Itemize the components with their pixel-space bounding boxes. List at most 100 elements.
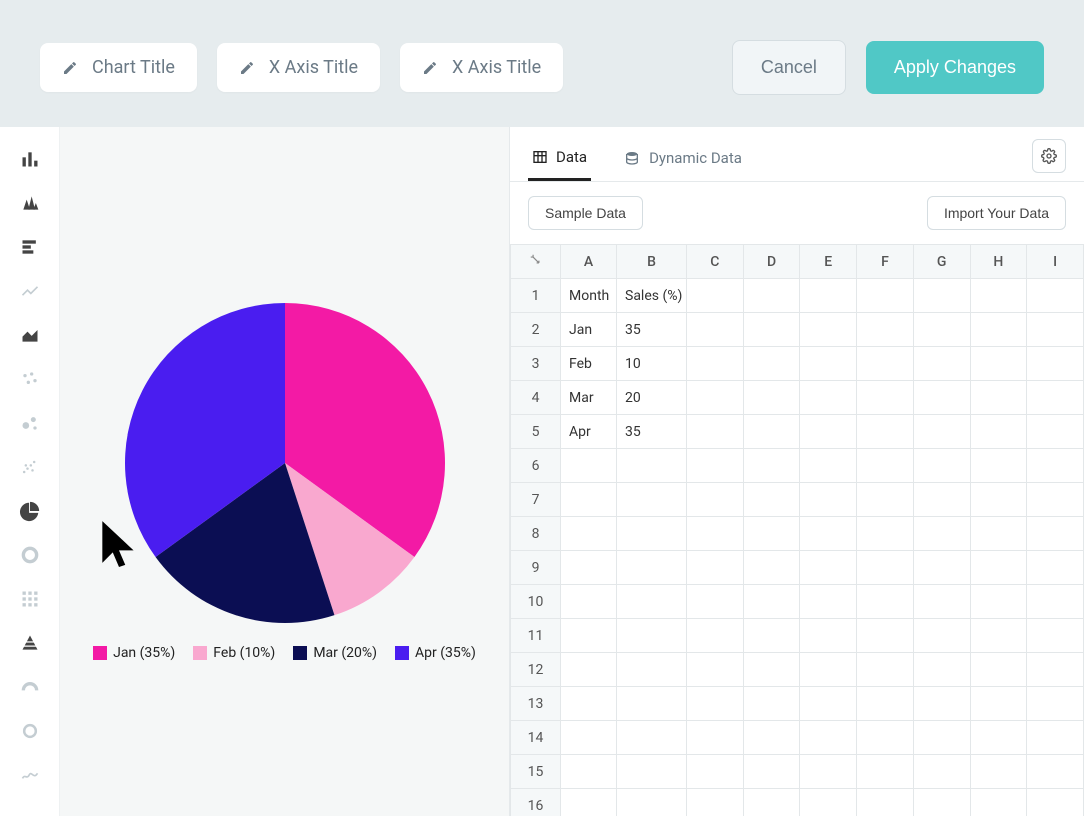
row-header[interactable]: 7 [511, 483, 561, 517]
pie-chart-icon[interactable] [12, 493, 48, 529]
cell[interactable] [800, 687, 857, 721]
row-header[interactable]: 4 [511, 381, 561, 415]
cell[interactable] [800, 653, 857, 687]
row-header[interactable]: 2 [511, 313, 561, 347]
cell[interactable]: Month [561, 279, 617, 313]
cell[interactable] [743, 789, 800, 816]
cell[interactable] [800, 483, 857, 517]
cell[interactable] [857, 585, 914, 619]
cell[interactable] [800, 313, 857, 347]
ring-icon[interactable] [12, 713, 48, 749]
cell[interactable] [687, 551, 744, 585]
cell[interactable] [561, 483, 617, 517]
cell[interactable]: 35 [617, 313, 687, 347]
row-header[interactable]: 5 [511, 415, 561, 449]
row-header[interactable]: 16 [511, 789, 561, 816]
cell[interactable] [970, 347, 1027, 381]
cell[interactable] [913, 551, 970, 585]
cell[interactable] [1027, 721, 1084, 755]
bar-chart-icon[interactable] [12, 141, 48, 177]
cell[interactable] [800, 789, 857, 816]
cell[interactable] [1027, 755, 1084, 789]
tab-data[interactable]: Data [528, 140, 591, 181]
cell[interactable] [800, 721, 857, 755]
cell[interactable] [743, 653, 800, 687]
cell[interactable] [913, 585, 970, 619]
dot-plot-icon[interactable] [12, 449, 48, 485]
matrix-icon[interactable] [12, 581, 48, 617]
row-header[interactable]: 14 [511, 721, 561, 755]
cell[interactable] [800, 415, 857, 449]
cell[interactable] [913, 687, 970, 721]
row-header[interactable]: 1 [511, 279, 561, 313]
cell[interactable] [561, 449, 617, 483]
cell[interactable] [913, 653, 970, 687]
cell[interactable] [913, 789, 970, 816]
cell[interactable] [970, 517, 1027, 551]
cell[interactable] [743, 313, 800, 347]
column-header[interactable]: C [687, 245, 744, 279]
cell[interactable] [913, 279, 970, 313]
cell[interactable] [687, 653, 744, 687]
cell[interactable] [687, 585, 744, 619]
cell[interactable] [1027, 449, 1084, 483]
cell[interactable] [1027, 619, 1084, 653]
cell[interactable] [1027, 347, 1084, 381]
cell[interactable] [1027, 415, 1084, 449]
row-header[interactable]: 10 [511, 585, 561, 619]
cell[interactable] [1027, 585, 1084, 619]
cell[interactable] [913, 415, 970, 449]
chart-title-input[interactable]: Chart Title [40, 43, 197, 92]
cell[interactable] [1027, 313, 1084, 347]
row-header[interactable]: 12 [511, 653, 561, 687]
column-header[interactable]: E [800, 245, 857, 279]
cell[interactable] [970, 687, 1027, 721]
cell[interactable] [617, 653, 687, 687]
cell[interactable] [970, 415, 1027, 449]
row-header[interactable]: 15 [511, 755, 561, 789]
sparkline-icon[interactable] [12, 757, 48, 793]
cell[interactable] [617, 755, 687, 789]
cell[interactable] [970, 585, 1027, 619]
cell[interactable] [800, 585, 857, 619]
row-header[interactable]: 8 [511, 517, 561, 551]
row-header[interactable]: 13 [511, 687, 561, 721]
cell[interactable] [617, 687, 687, 721]
cell[interactable] [970, 653, 1027, 687]
cell[interactable] [800, 381, 857, 415]
cell[interactable] [561, 789, 617, 816]
cell[interactable] [857, 347, 914, 381]
pyramid-icon[interactable] [12, 625, 48, 661]
cell[interactable] [617, 789, 687, 816]
cell[interactable] [687, 789, 744, 816]
cell[interactable] [913, 381, 970, 415]
select-all-corner[interactable] [511, 245, 561, 279]
cell[interactable] [743, 483, 800, 517]
cell[interactable] [913, 721, 970, 755]
x-axis-title-input-2[interactable]: X Axis Title [400, 43, 563, 92]
cell[interactable] [687, 721, 744, 755]
cell[interactable] [913, 517, 970, 551]
cell[interactable] [743, 619, 800, 653]
cell[interactable] [1027, 653, 1084, 687]
cell[interactable] [1027, 551, 1084, 585]
cell[interactable] [970, 279, 1027, 313]
cell[interactable] [857, 449, 914, 483]
gauge-icon[interactable] [12, 669, 48, 705]
line-chart-icon[interactable] [12, 273, 48, 309]
column-header[interactable]: B [617, 245, 687, 279]
cell[interactable] [687, 313, 744, 347]
cell[interactable]: 10 [617, 347, 687, 381]
cell[interactable]: Apr [561, 415, 617, 449]
cell[interactable] [743, 347, 800, 381]
cell[interactable] [743, 279, 800, 313]
cell[interactable] [561, 755, 617, 789]
cell[interactable] [970, 313, 1027, 347]
cell[interactable] [617, 449, 687, 483]
cell[interactable] [913, 313, 970, 347]
cell[interactable] [857, 381, 914, 415]
cell[interactable] [913, 483, 970, 517]
cell[interactable] [743, 551, 800, 585]
horizontal-bar-icon[interactable] [12, 229, 48, 265]
tab-dynamic-data[interactable]: Dynamic Data [619, 141, 746, 179]
